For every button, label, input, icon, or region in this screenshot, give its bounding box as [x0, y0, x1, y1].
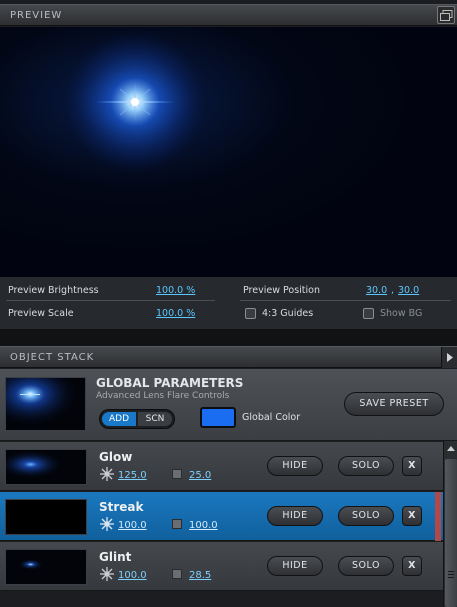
- solo-button[interactable]: SOLO: [338, 506, 394, 526]
- object-stack-header: OBJECT STACK: [0, 346, 457, 368]
- divider: [6, 300, 215, 301]
- float-window-icon[interactable]: [437, 6, 455, 24]
- brightness-value[interactable]: 100.0: [118, 520, 147, 531]
- object-name: Glint: [99, 550, 132, 564]
- screen-mode-button[interactable]: SCN: [138, 412, 172, 426]
- scale-value[interactable]: 25.0: [189, 470, 211, 481]
- remove-button[interactable]: X: [402, 556, 422, 576]
- object-row-glow[interactable]: Glow 125.0 25.0 HIDE SOLO X: [0, 442, 443, 491]
- preview-controls: Preview Brightness 100.0 % Preview Scale…: [0, 277, 457, 329]
- expand-arrow-icon[interactable]: [441, 347, 457, 368]
- scale-icon: [172, 519, 182, 529]
- object-thumbnail: [5, 549, 87, 585]
- scale-icon: [172, 469, 182, 479]
- solo-button[interactable]: SOLO: [338, 556, 394, 576]
- scale-value[interactable]: 100.0: [189, 520, 218, 531]
- preview-panel-header: PREVIEW: [0, 4, 457, 26]
- global-color-swatch[interactable]: [200, 407, 236, 428]
- divider: [240, 300, 451, 301]
- add-mode-button[interactable]: ADD: [102, 412, 136, 426]
- remove-button[interactable]: X: [402, 506, 422, 526]
- object-thumbnail: [5, 499, 87, 535]
- panel-separator: [0, 329, 457, 346]
- brightness-icon: [100, 567, 114, 581]
- hide-button[interactable]: HIDE: [267, 506, 323, 526]
- preview-position-separator: ,: [391, 285, 395, 296]
- preview-position-y[interactable]: 30.0: [398, 285, 419, 296]
- solo-button[interactable]: SOLO: [338, 456, 394, 476]
- object-row-glint[interactable]: Glint 100.0 28.5 HIDE SOLO X: [0, 542, 443, 591]
- object-stack-title: OBJECT STACK: [10, 352, 95, 363]
- lens-flare-preview-image: [65, 32, 205, 172]
- preview-viewport[interactable]: [0, 27, 457, 277]
- guides-label: 4:3 Guides: [262, 308, 314, 319]
- object-row-streak[interactable]: Streak 100.0 100.0 HIDE SOLO X: [0, 492, 443, 541]
- brightness-value[interactable]: 125.0: [118, 470, 147, 481]
- scroll-up-icon[interactable]: [445, 443, 457, 455]
- preview-position-x[interactable]: 30.0: [366, 285, 387, 296]
- hide-button[interactable]: HIDE: [267, 556, 323, 576]
- scrollbar-thumb[interactable]: [445, 459, 457, 607]
- show-bg-label: Show BG: [380, 308, 423, 319]
- preview-brightness-label: Preview Brightness: [8, 285, 99, 296]
- brightness-icon: [100, 517, 114, 531]
- preview-brightness-value[interactable]: 100.0 %: [156, 285, 195, 296]
- preview-scale-label: Preview Scale: [8, 308, 74, 319]
- hide-button[interactable]: HIDE: [267, 456, 323, 476]
- object-name: Glow: [99, 450, 133, 464]
- global-parameters-panel: GLOBAL PARAMETERS Advanced Lens Flare Co…: [0, 369, 457, 441]
- global-parameters-title: GLOBAL PARAMETERS: [96, 376, 244, 390]
- show-bg-checkbox[interactable]: [363, 308, 374, 319]
- preview-position-label: Preview Position: [243, 285, 320, 296]
- object-stack-scrollbar[interactable]: [443, 441, 457, 607]
- brightness-value[interactable]: 100.0: [118, 570, 147, 581]
- brightness-icon: [100, 467, 114, 481]
- scale-icon: [172, 569, 182, 579]
- object-name: Streak: [99, 500, 144, 514]
- save-preset-button[interactable]: SAVE PRESET: [344, 392, 444, 416]
- global-thumbnail: [5, 377, 86, 431]
- global-parameters-subtitle: Advanced Lens Flare Controls: [96, 391, 230, 401]
- selection-marker: [435, 492, 441, 541]
- global-color-label: Global Color: [242, 412, 301, 423]
- guides-checkbox[interactable]: [245, 308, 256, 319]
- object-thumbnail: [5, 449, 87, 485]
- preview-title: PREVIEW: [10, 10, 63, 21]
- remove-button[interactable]: X: [402, 456, 422, 476]
- preview-scale-value[interactable]: 100.0 %: [156, 308, 195, 319]
- scale-value[interactable]: 28.5: [189, 570, 211, 581]
- blend-mode-toggle: ADD SCN: [99, 409, 175, 429]
